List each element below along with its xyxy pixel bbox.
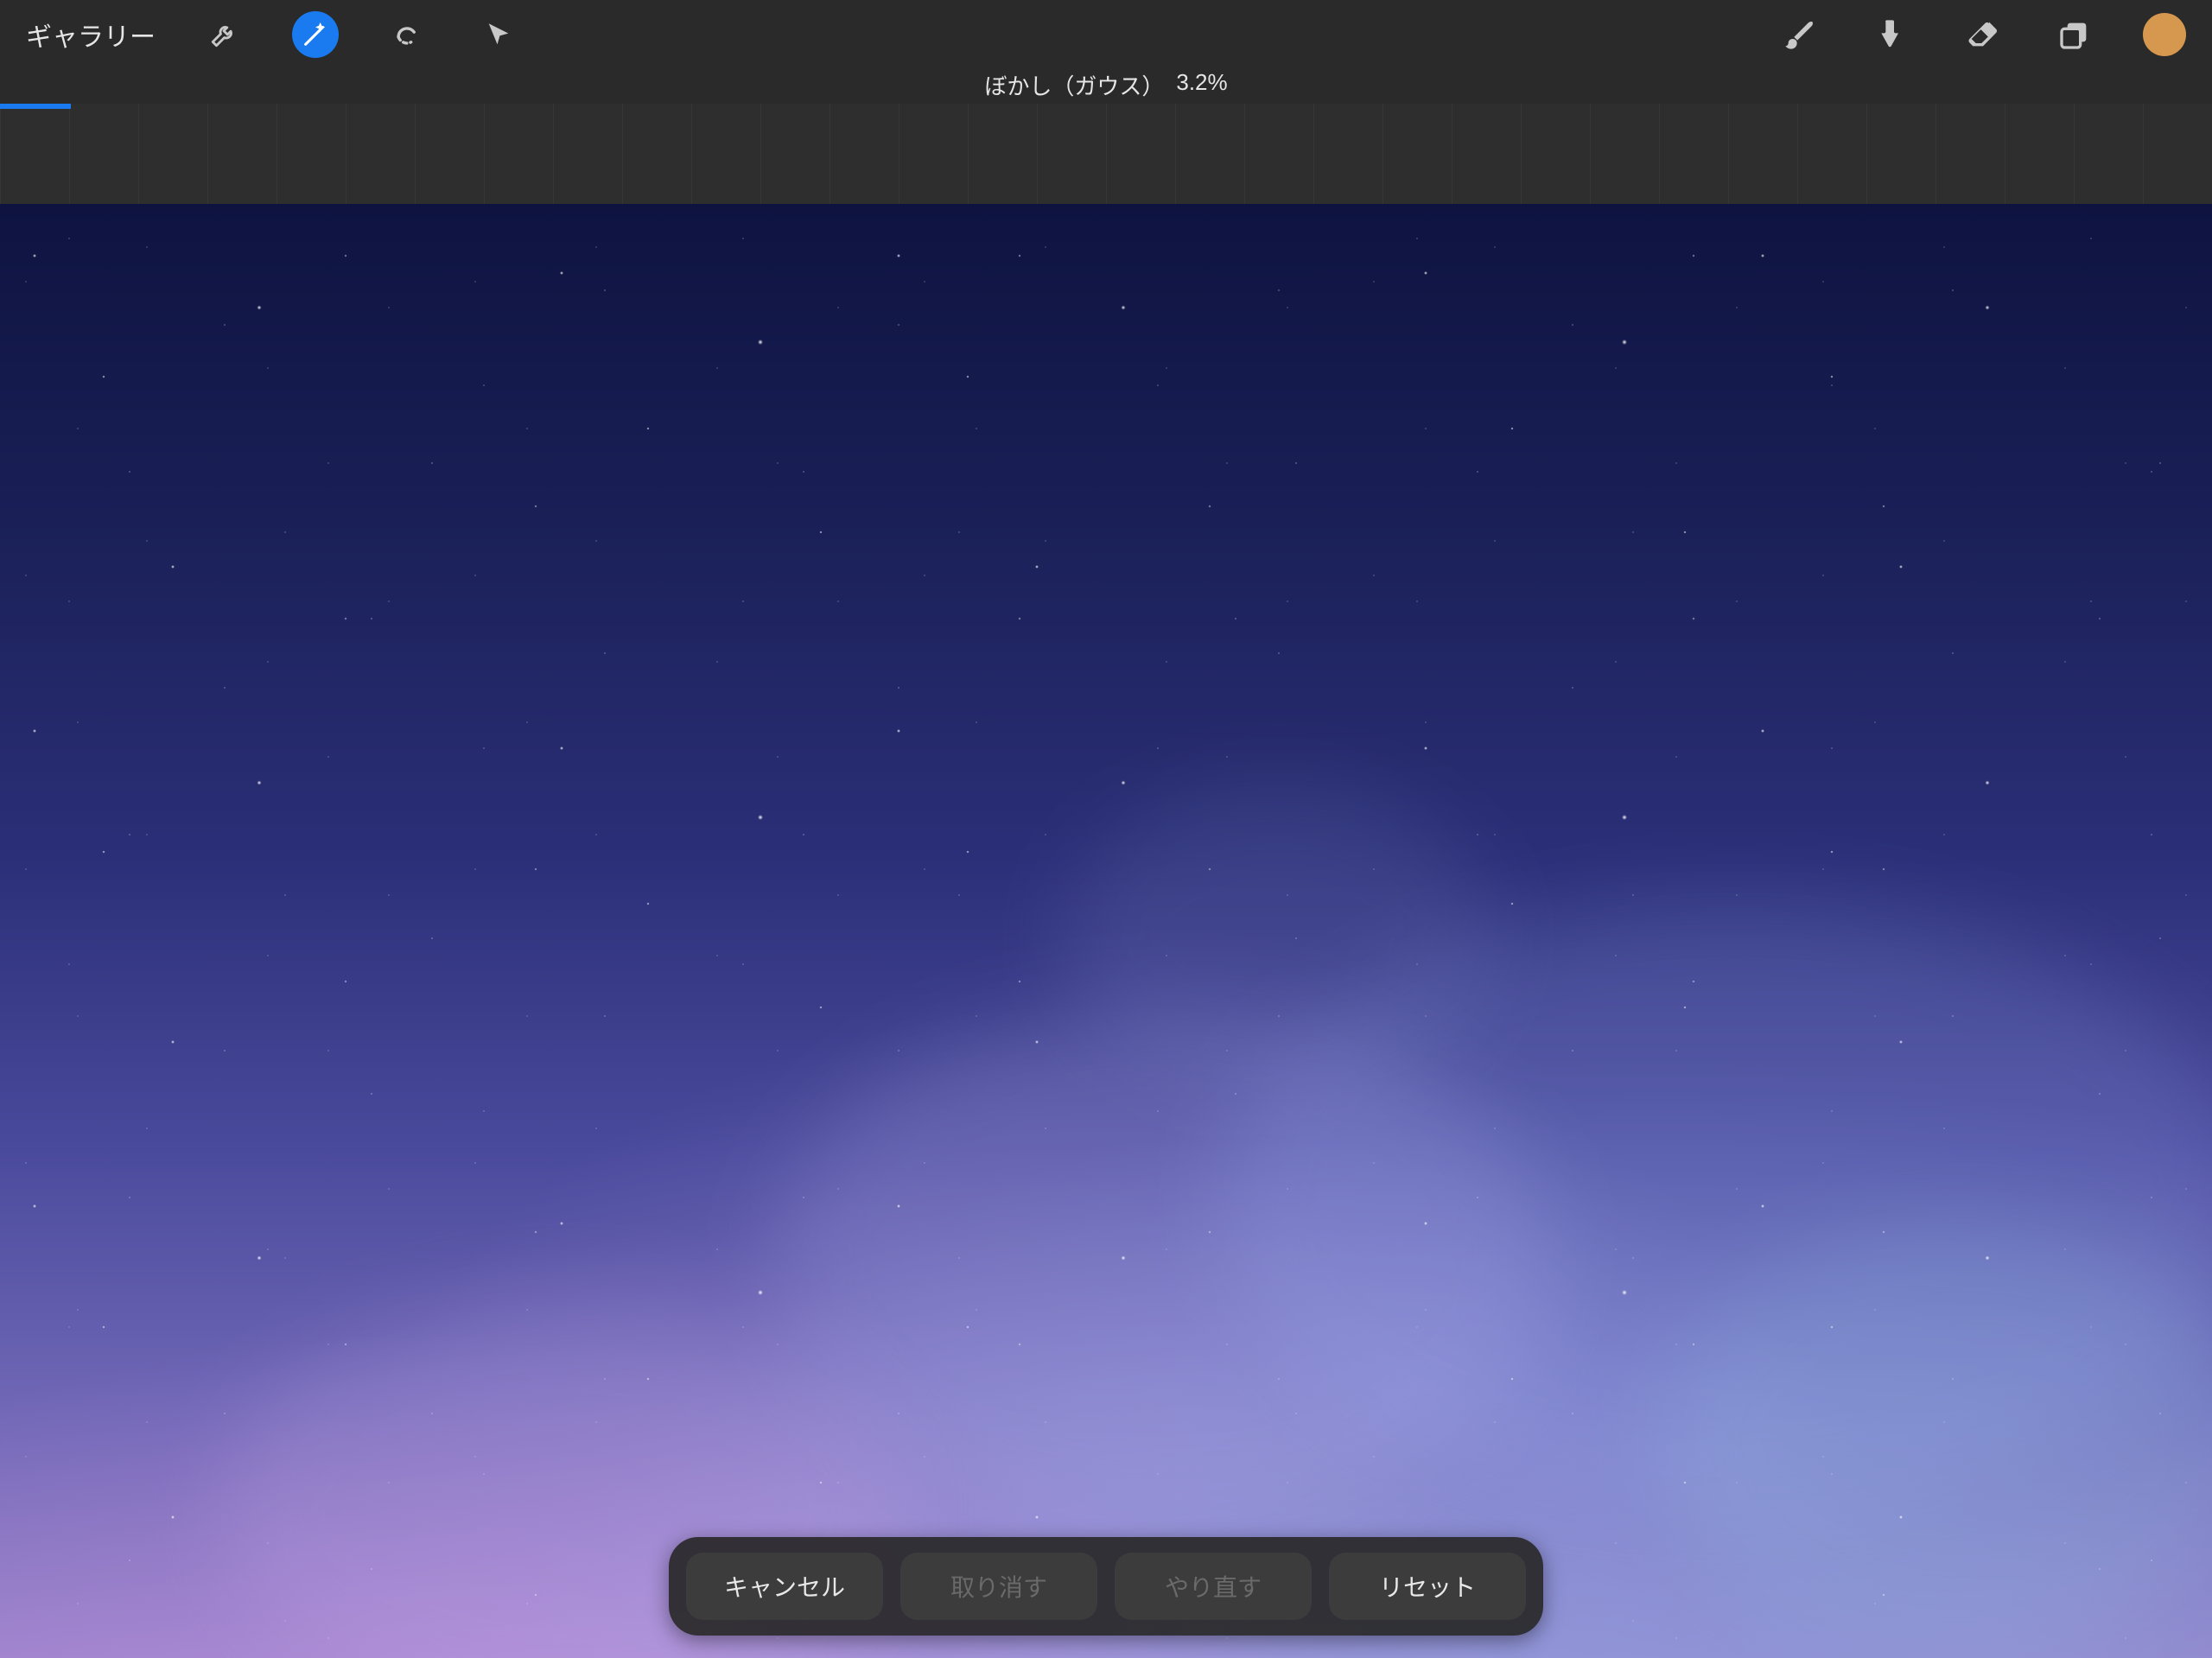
cancel-button[interactable]: キャンセル <box>686 1553 883 1620</box>
eraser-icon[interactable] <box>1960 11 2006 58</box>
wrench-icon[interactable] <box>200 11 247 58</box>
toolbar-left-group: ギャラリー <box>26 11 522 58</box>
adjustment-value: 3.2% <box>1176 69 1227 96</box>
adjustment-name: ぼかし（ガウス） <box>984 69 1164 101</box>
redo-button[interactable]: やり直す <box>1115 1553 1312 1620</box>
toolbar-right-group <box>1777 11 2186 58</box>
cursor-icon[interactable] <box>475 11 522 58</box>
color-swatch[interactable] <box>2143 13 2186 56</box>
blur-slider-track[interactable] <box>0 104 2212 204</box>
brush-icon[interactable] <box>1777 11 1823 58</box>
blur-slider-fill <box>0 104 71 109</box>
undo-button[interactable]: 取り消す <box>900 1553 1097 1620</box>
status-bar: ぼかし（ガウス） 3.2% <box>0 69 2212 104</box>
gallery-button[interactable]: ギャラリー <box>26 16 156 54</box>
canvas-artwork <box>0 204 2212 1658</box>
app-root: ギャラリー <box>0 0 2212 1658</box>
canvas-viewport[interactable] <box>0 204 2212 1658</box>
action-bar: キャンセル 取り消す やり直す リセット <box>669 1537 1543 1636</box>
wand-icon[interactable] <box>292 11 339 58</box>
smudge-icon[interactable] <box>1868 11 1915 58</box>
reset-button[interactable]: リセット <box>1329 1553 1526 1620</box>
selection-icon[interactable] <box>384 11 430 58</box>
top-toolbar: ギャラリー <box>0 0 2212 69</box>
layers-icon[interactable] <box>2051 11 2098 58</box>
